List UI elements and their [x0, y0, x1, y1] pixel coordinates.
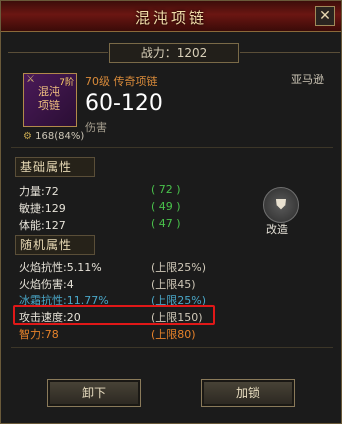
item-class: 亚马逊 [291, 73, 324, 86]
close-button[interactable]: ✕ [315, 6, 335, 26]
base-attr-row: 力量:72 [19, 185, 59, 198]
random-attr-cap: (上限80) [151, 328, 196, 341]
damage-label: 伤害 [85, 121, 107, 134]
random-attr-row: 智力:78 [19, 328, 59, 341]
title-bar: 混沌项链 ✕ [1, 1, 341, 32]
random-attr-cap: (上限150) [151, 311, 203, 324]
base-attr-value: ( 49 ) [151, 200, 181, 213]
item-icon: ⚔ 7阶 混沌项链 [23, 73, 77, 127]
base-attr-row: 敏捷:129 [19, 202, 66, 215]
sword-icon: ⚔ [26, 74, 35, 85]
item-level-rarity: 70级 传奇项链 [85, 75, 158, 88]
damage-value: 60-120 [85, 91, 163, 116]
base-attr-row: 体能:127 [19, 219, 66, 232]
divider [11, 347, 333, 348]
item-icon-label: 混沌项链 [38, 85, 60, 112]
combat-power: 战力：1202 [8, 43, 340, 63]
random-attributes-header: 随机属性 [15, 235, 95, 255]
base-attributes-header: 基础属性 [15, 157, 95, 177]
durability-icon: ⚙ [23, 131, 32, 142]
random-attr-row: 攻击速度:20 [19, 311, 81, 324]
reform-label: 改造 [266, 223, 288, 236]
unequip-button[interactable]: 卸下 [47, 379, 141, 407]
base-attr-value: ( 47 ) [151, 217, 181, 230]
lock-button[interactable]: 加锁 [201, 379, 295, 407]
random-attr-row: 冰霜抗性:11.77% [19, 294, 109, 307]
durability-value: 168(84%) [35, 131, 85, 142]
durability: ⚙ 168(84%) [23, 131, 84, 142]
random-attr-row: 火焰抗性:5.11% [19, 261, 102, 274]
random-attr-cap: (上限25%) [151, 261, 207, 274]
reform-button[interactable]: ⛊ [263, 187, 299, 223]
armor-icon: ⛊ [275, 197, 287, 213]
item-title: 混沌项链 [134, 9, 207, 27]
divider [11, 147, 333, 148]
base-attr-value: ( 72 ) [151, 183, 181, 196]
item-tooltip-panel: 混沌项链 ✕ 战力：1202 ⚔ 7阶 混沌项链 70级 传奇项链 亚马逊 60… [0, 0, 342, 424]
random-attr-cap: (上限45) [151, 278, 196, 291]
random-attr-row: 火焰伤害:4 [19, 278, 74, 291]
